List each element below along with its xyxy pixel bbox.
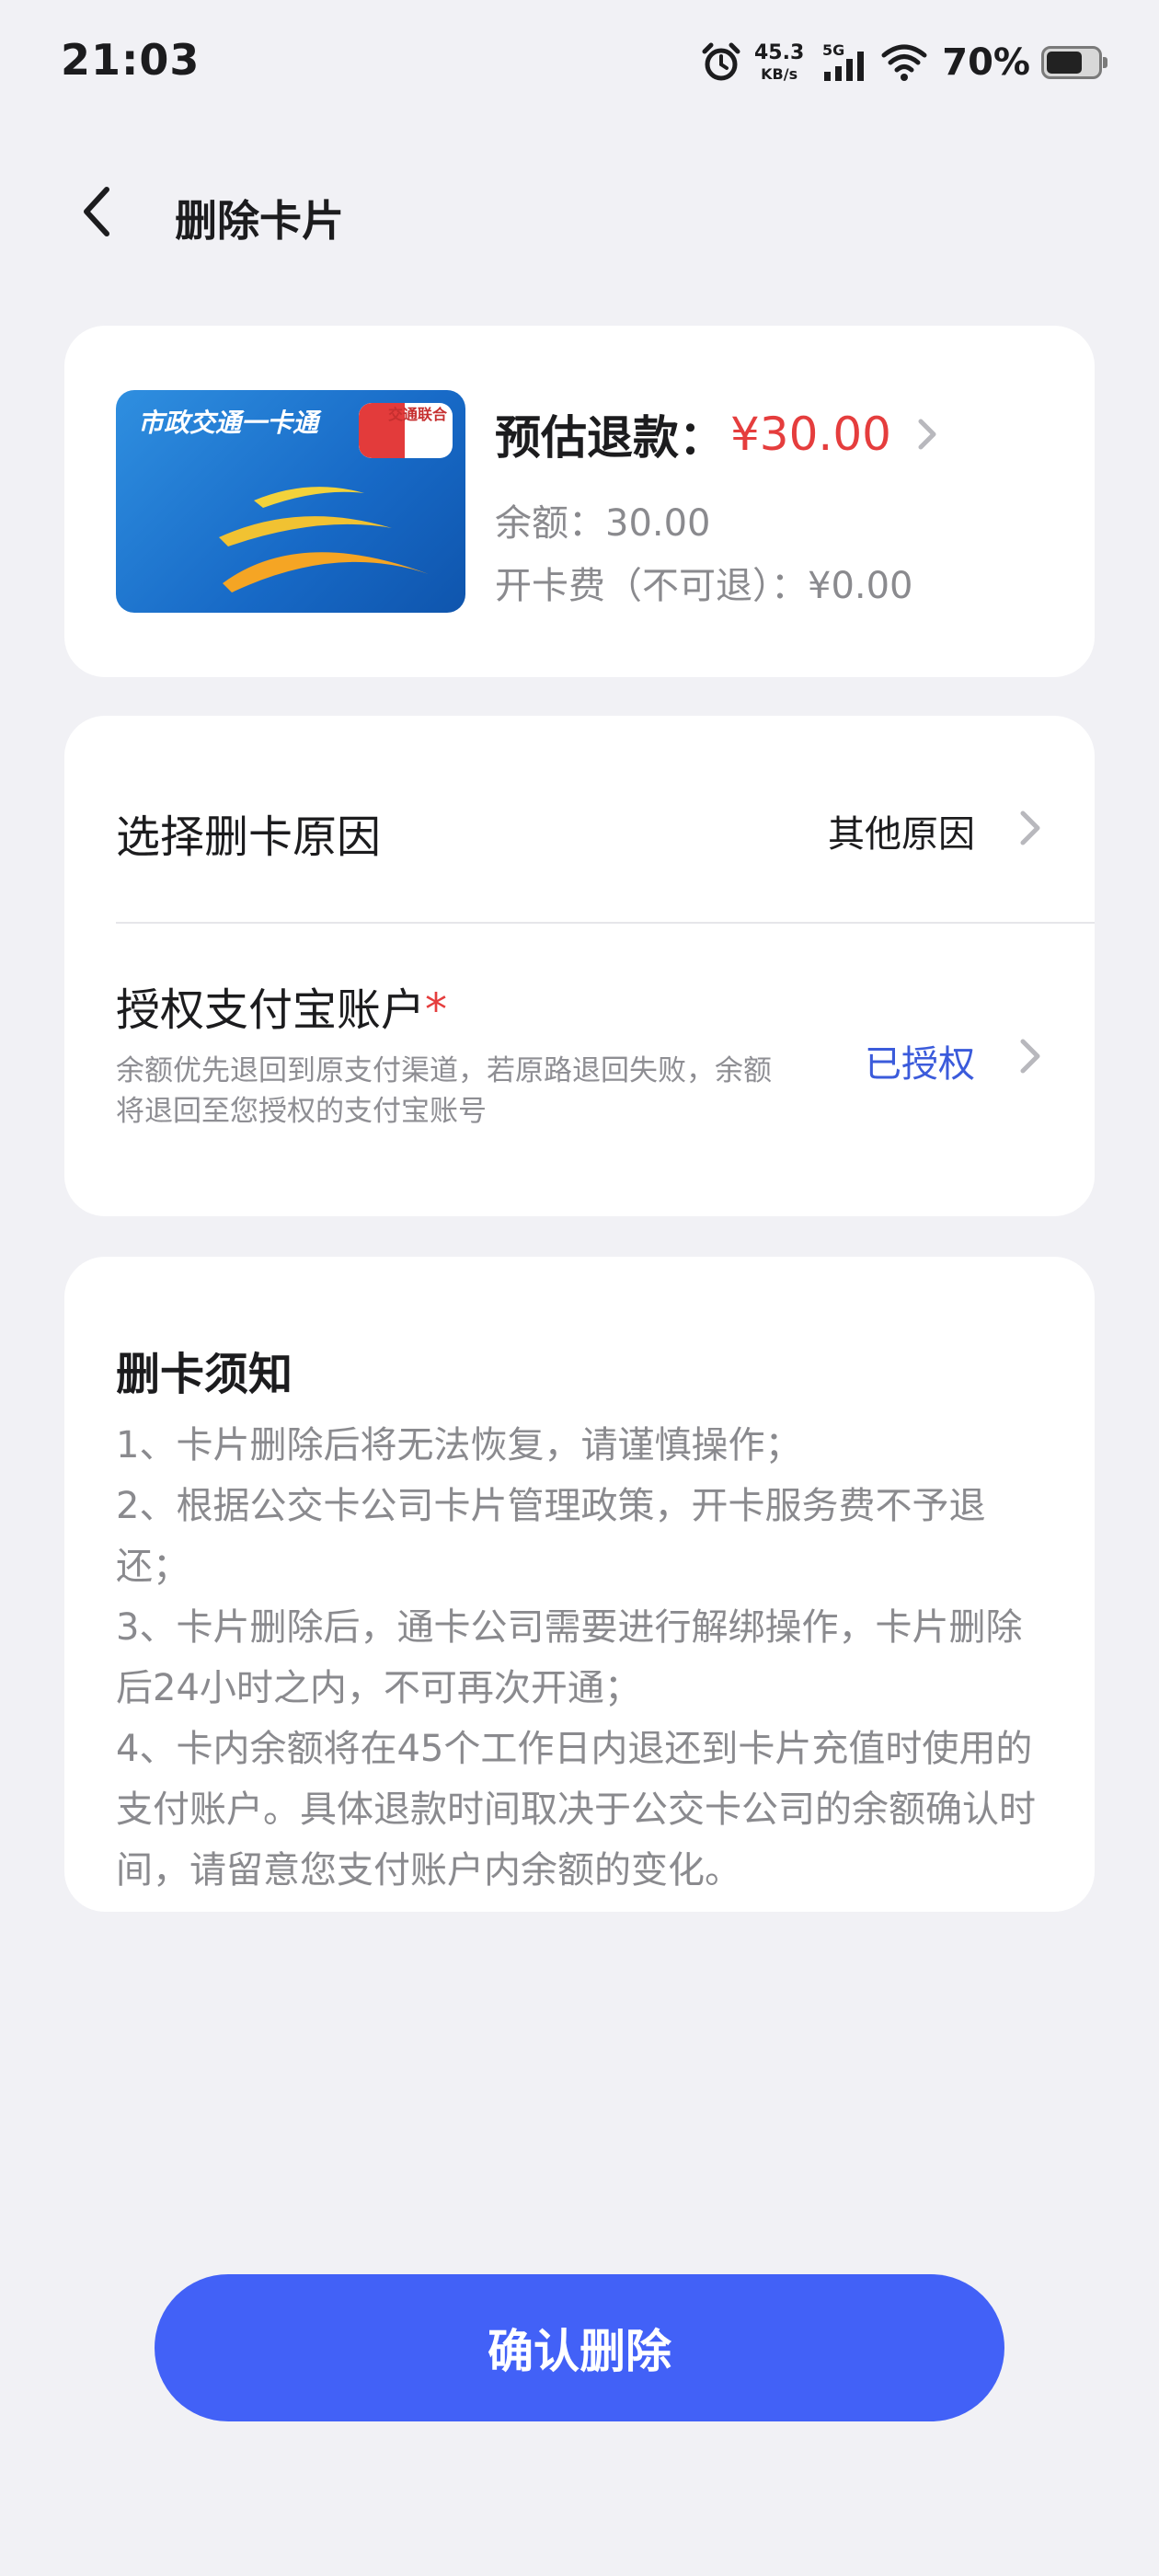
- delete-reason-row[interactable]: 选择删卡原因 其他原因: [64, 716, 1095, 922]
- alipay-auth-label: 授权支付宝账户*: [116, 973, 447, 1038]
- alipay-auth-row[interactable]: 授权支付宝账户* 余额优先退回到原支付渠道，若原路退回失败，余额将退回至您授权的…: [64, 924, 1095, 1216]
- notice-list: 1、卡片删除后将无法恢复，请谨慎操作； 2、根据公交卡公司卡片管理政策，开卡服务…: [116, 1415, 1054, 1901]
- battery-icon: [1041, 46, 1107, 79]
- status-bar: 21:03 45.3 KB/s 5G 70%: [0, 0, 1159, 124]
- card-summary: 市政交通一卡通 交通联合 预估退款： ¥30.00 余额：30.00 开卡费（不…: [64, 326, 1095, 677]
- page-title: 删除卡片: [175, 196, 344, 246]
- alipay-auth-label-text: 授权支付宝账户: [116, 984, 426, 1036]
- nav-bar: 删除卡片: [0, 166, 1159, 258]
- delete-reason-value: 其他原因: [828, 813, 975, 856]
- notice-item: 2、根据公交卡公司卡片管理政策，开卡服务费不予退还；: [116, 1485, 986, 1588]
- battery-percent: 70%: [942, 41, 1030, 84]
- net-speed-value: 45.3: [753, 41, 805, 64]
- network-type: 5G: [822, 41, 844, 59]
- chevron-right-icon: [918, 419, 936, 450]
- chevron-right-icon: [1020, 811, 1040, 845]
- required-mark: *: [425, 984, 448, 1036]
- delete-reason-label: 选择删卡原因: [116, 811, 382, 863]
- refund-label: 预估退款：: [495, 411, 725, 465]
- notice-card: 删卡须知 1、卡片删除后将无法恢复，请谨慎操作； 2、根据公交卡公司卡片管理政策…: [64, 1257, 1095, 1912]
- net-speed: 45.3 KB/s: [754, 43, 804, 82]
- wifi-icon: [881, 44, 927, 81]
- back-arrow-icon[interactable]: [70, 182, 129, 241]
- net-speed-unit: KB/s: [761, 65, 798, 83]
- alipay-auth-status: 已授权: [865, 1043, 975, 1086]
- cellular-signal-icon: 5G: [822, 41, 865, 81]
- transit-card-image: 市政交通一卡通 交通联合: [116, 390, 465, 613]
- card-swoosh-graphic: [219, 487, 429, 592]
- notice-item: 4、卡内余额将在45个工作日内退还到卡片充值时使用的支付账户。具体退款时间取决于…: [116, 1728, 1036, 1892]
- notice-item: 1、卡片删除后将无法恢复，请谨慎操作；: [116, 1424, 802, 1466]
- card-fee-text: 开卡费（不可退）：¥0.00: [495, 565, 913, 607]
- alipay-auth-description: 余额优先退回到原支付渠道，若原路退回失败，余额将退回至您授权的支付宝账号: [116, 1054, 772, 1128]
- balance-text: 余额：30.00: [495, 502, 711, 545]
- refund-amount: ¥30.00: [730, 408, 891, 461]
- alarm-icon: [702, 42, 740, 81]
- notice-item: 3、卡片删除后，通卡公司需要进行解绑操作，卡片删除后24小时之内，不可再次开通；: [116, 1606, 1023, 1709]
- status-icons: 45.3 KB/s 5G 70%: [699, 35, 1107, 90]
- notice-title: 删卡须知: [116, 1349, 293, 1400]
- status-time: 21:03: [61, 35, 201, 85]
- chevron-right-icon: [1020, 1039, 1040, 1074]
- options-card: 选择删卡原因 其他原因 授权支付宝账户* 余额优先退回到原支付渠道，若原路退回失…: [64, 716, 1095, 1216]
- refund-row[interactable]: 预估退款： ¥30.00: [495, 401, 941, 467]
- confirm-delete-button[interactable]: 确认删除: [155, 2274, 1004, 2421]
